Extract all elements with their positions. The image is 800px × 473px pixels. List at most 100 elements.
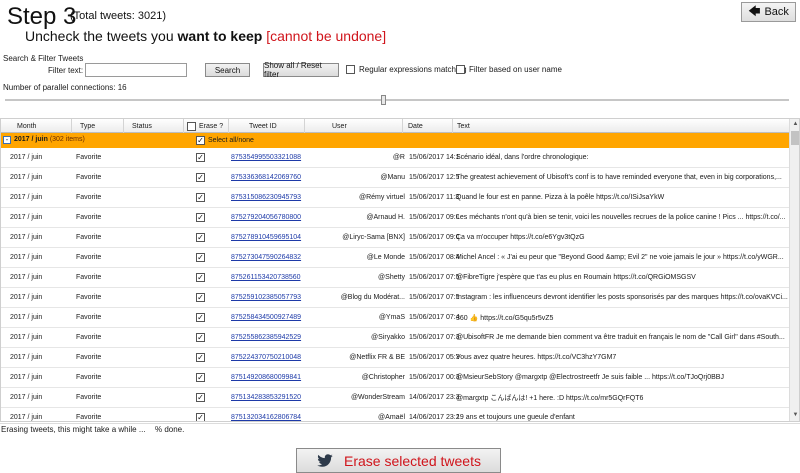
filter-input[interactable] [85,63,187,77]
row-user: @Blog du Modérat... [340,294,405,301]
row-erase-cell[interactable]: ✓ [196,328,208,347]
connections-section: Number of parallel connections: 16 [0,83,800,113]
select-all-checkbox[interactable]: ✓ [196,136,205,145]
row-erase-cell[interactable]: ✓ [196,388,208,407]
row-erase-checkbox[interactable]: ✓ [196,353,205,362]
row-erase-checkbox[interactable]: ✓ [196,373,205,382]
tweet-id-link[interactable]: 875134283853291520 [231,394,301,401]
regex-label: Regular expressions matching [359,65,467,74]
back-label: Back [764,6,789,18]
column-status[interactable]: Status [124,119,184,133]
table-row[interactable]: 2017 / juin Favorite ✓ 875255862385942529 @S… [1,328,789,348]
table-row[interactable]: 2017 / juin Favorite ✓ 875273047590264832 @L… [1,248,789,268]
row-month: 2017 / juin [10,354,43,361]
scroll-down-icon[interactable]: ▼ [790,410,799,421]
column-text[interactable]: Text [453,119,789,133]
select-all-label: Select all/none [208,137,254,144]
tweet-id-link[interactable]: 875132034162806784 [231,414,301,421]
row-user: @Le Monde [366,254,405,261]
erase-all-checkbox[interactable] [187,121,196,131]
scrollbar-thumb[interactable] [791,131,799,145]
row-erase-checkbox[interactable]: ✓ [196,333,205,342]
row-date: 15/06/2017 05:32 [409,354,459,361]
row-erase-checkbox[interactable]: ✓ [196,413,205,421]
regex-checkbox[interactable] [346,65,355,74]
row-erase-cell[interactable]: ✓ [196,148,208,167]
tweet-id-link[interactable]: 875259102385057793 [231,294,301,301]
row-erase-cell[interactable]: ✓ [196,408,208,421]
tweet-id-link[interactable]: 875255862385942529 [231,334,301,341]
instructions: Uncheck the tweets you want to keep [can… [25,28,386,44]
column-month[interactable]: Month [1,119,72,133]
table-row[interactable]: 2017 / juin Favorite ✓ 875279204056780800 @A… [1,208,789,228]
select-all[interactable]: ✓ Select all/none [196,136,254,145]
row-erase-cell[interactable]: ✓ [196,308,208,327]
erase-button[interactable]: Erase selected tweets [296,448,501,473]
row-erase-cell[interactable]: ✓ [196,228,208,247]
tweet-id-link[interactable]: 875279204056780800 [231,214,301,221]
row-type: Favorite [76,274,102,281]
row-text: @UbisoftFR Je me demande bien comment va… [456,334,785,341]
table-row[interactable]: 2017 / juin Favorite ✓ 875259102385057793 @B… [1,288,789,308]
row-erase-cell[interactable]: ✓ [196,208,208,227]
column-erase[interactable]: Erase ? [184,119,229,133]
instructions-warning: [cannot be undone] [266,28,387,44]
row-erase-cell[interactable]: ✓ [196,188,208,207]
table-row[interactable]: 2017 / juin Favorite ✓ 875132034162806784 @A… [1,408,789,421]
tweet-id-link[interactable]: 875224370750210048 [231,354,301,361]
user-filter-checkbox[interactable] [456,65,465,74]
row-erase-checkbox[interactable]: ✓ [196,273,205,282]
row-erase-checkbox[interactable]: ✓ [196,313,205,322]
table-row[interactable]: 2017 / juin Favorite ✓ 875261153420738560 @S… [1,268,789,288]
tweet-id-link[interactable]: 875336368142069760 [231,174,301,181]
row-erase-checkbox[interactable]: ✓ [196,233,205,242]
regex-option[interactable]: Regular expressions matching [346,65,467,74]
row-erase-cell[interactable]: ✓ [196,268,208,287]
back-button[interactable]: 🡄 Back [741,2,796,22]
tweet-id-link[interactable]: 875258434500927489 [231,314,301,321]
column-user[interactable]: User [305,119,403,133]
table-row[interactable]: 2017 / juin Favorite ✓ 875315086230945793 @R… [1,188,789,208]
row-erase-checkbox[interactable]: ✓ [196,253,205,262]
row-erase-checkbox[interactable]: ✓ [196,173,205,182]
row-erase-cell[interactable]: ✓ [196,248,208,267]
row-erase-cell[interactable]: ✓ [196,288,208,307]
table-row[interactable]: 2017 / juin Favorite ✓ 875278910459695104 @L… [1,228,789,248]
table-row[interactable]: 2017 / juin Favorite ✓ 875134283853291520 @W… [1,388,789,408]
column-type[interactable]: Type [72,119,124,133]
collapse-icon[interactable]: - [3,136,11,144]
row-erase-checkbox[interactable]: ✓ [196,213,205,222]
instructions-keep: want to keep [177,28,263,44]
user-filter-option[interactable]: Filter based on user name [456,65,562,74]
group-row[interactable]: - 2017 / juin (302 items) ✓ Select all/n… [1,133,789,148]
tweet-id-link[interactable]: 875278910459695104 [231,234,301,241]
table-row[interactable]: 2017 / juin Favorite ✓ 875336368142069760 @M… [1,168,789,188]
table-row[interactable]: 2017 / juin Favorite ✓ 875149208680099841 @C… [1,368,789,388]
row-erase-cell[interactable]: ✓ [196,348,208,367]
scroll-up-icon[interactable]: ▲ [790,119,799,130]
search-button[interactable]: Search [205,63,250,77]
tweet-id-link[interactable]: 875261153420738560 [231,274,301,281]
tweet-id-link[interactable]: 875315086230945793 [231,194,301,201]
row-user: @Christopher [361,374,405,381]
tweet-id-link[interactable]: 875149208680099841 [231,374,301,381]
row-date: 15/06/2017 07:47 [409,314,459,321]
table-row[interactable]: 2017 / juin Favorite ✓ 875354995503321088 @R… [1,148,789,168]
table-row[interactable]: 2017 / juin Favorite ✓ 875258434500927489 @Y… [1,308,789,328]
tweet-id-link[interactable]: 875273047590264832 [231,254,301,261]
row-erase-checkbox[interactable]: ✓ [196,153,205,162]
table-row[interactable]: 2017 / juin Favorite ✓ 875224370750210048 @N… [1,348,789,368]
vertical-scrollbar[interactable]: ▲ ▼ [789,119,799,421]
connections-slider-track[interactable] [5,99,789,101]
reset-filter-button[interactable]: Show all / Reset filter [263,61,339,79]
row-erase-checkbox[interactable]: ✓ [196,393,205,402]
column-date[interactable]: Date [403,119,453,133]
row-erase-checkbox[interactable]: ✓ [196,193,205,202]
column-tweet-id[interactable]: Tweet ID [229,119,305,133]
row-erase-cell[interactable]: ✓ [196,168,208,187]
erase-button-label: Erase selected tweets [344,452,481,469]
row-erase-cell[interactable]: ✓ [196,368,208,387]
connections-slider-thumb[interactable] [381,95,387,105]
tweet-id-link[interactable]: 875354995503321088 [231,154,301,161]
row-erase-checkbox[interactable]: ✓ [196,293,205,302]
